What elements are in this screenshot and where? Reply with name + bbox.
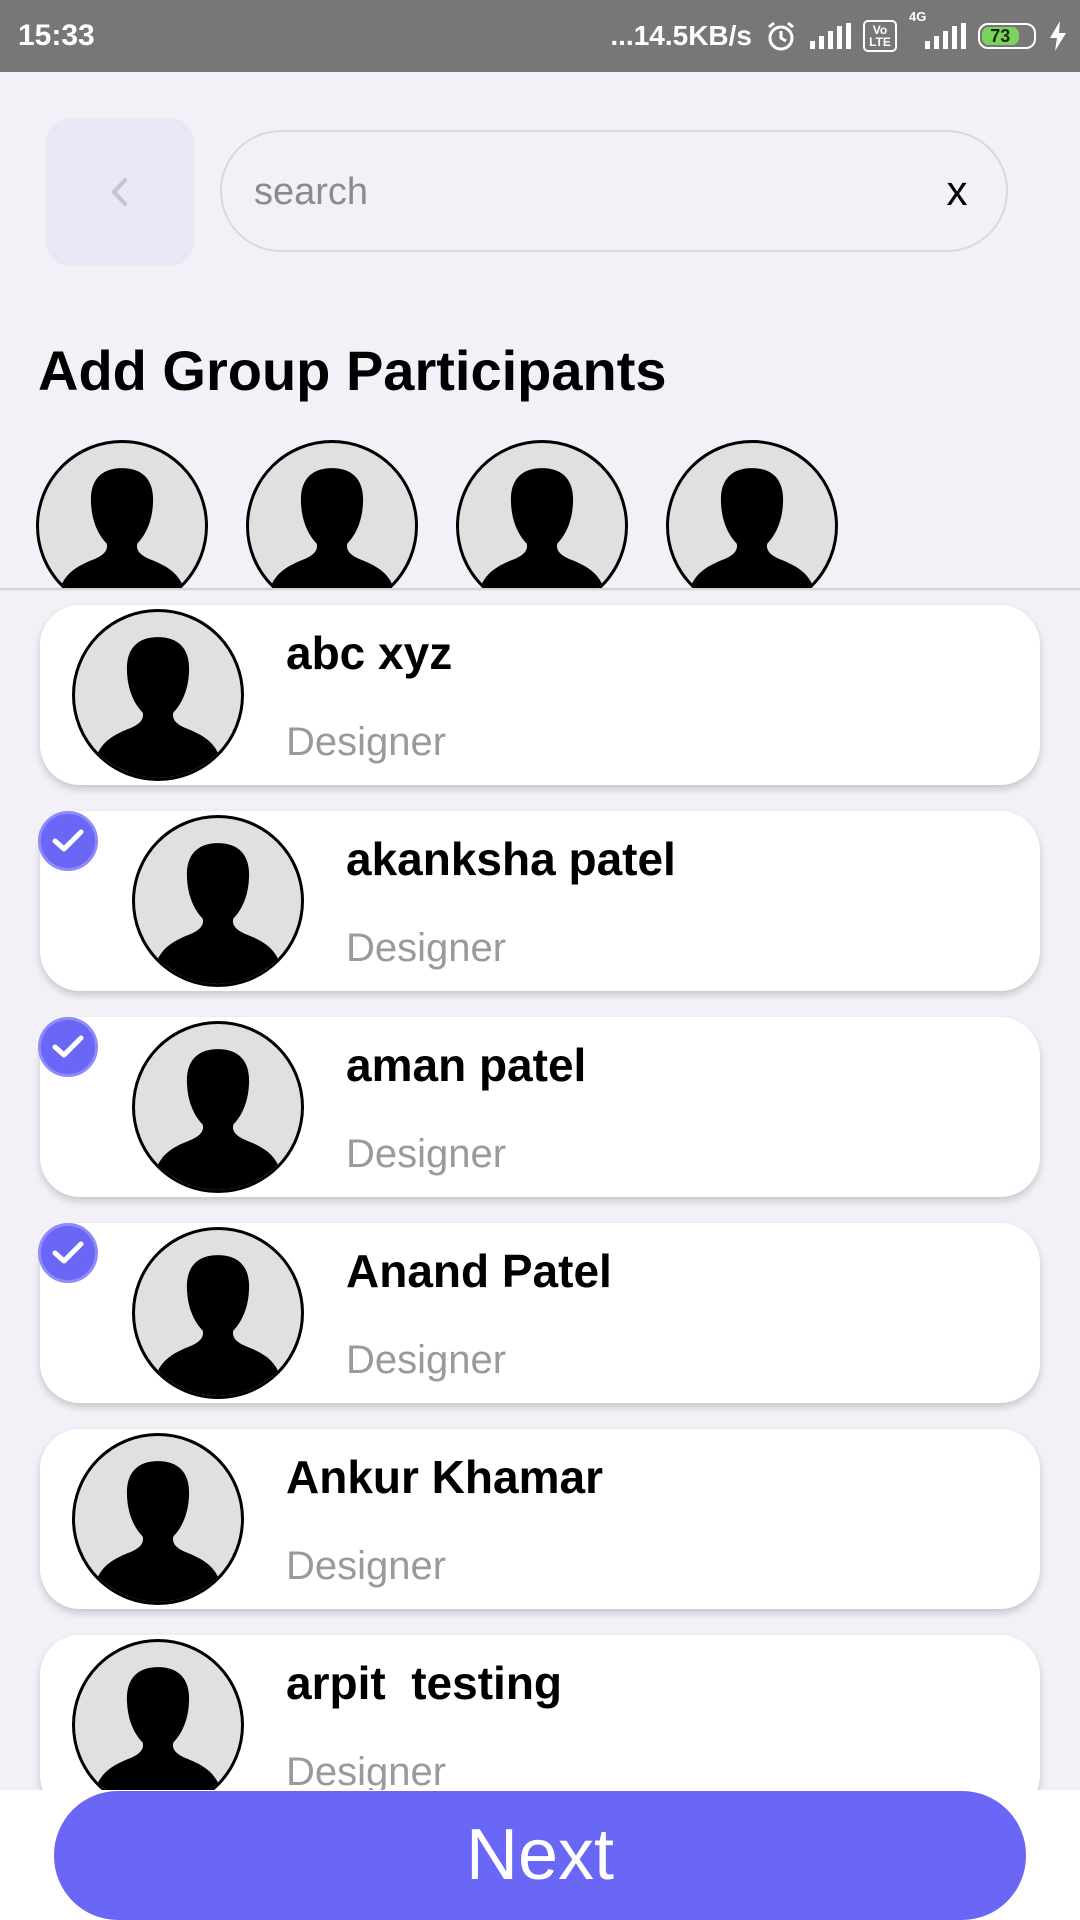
- person-silhouette-icon: [60, 468, 184, 588]
- selected-check-icon[interactable]: [38, 1017, 98, 1077]
- selected-check-icon[interactable]: [38, 811, 98, 871]
- search-bar: x: [220, 130, 1008, 252]
- participant-role: Designer: [346, 1338, 507, 1382]
- participant-role: Designer: [286, 1544, 447, 1588]
- selected-avatar[interactable]: [36, 440, 208, 588]
- status-bar: 15:33 ...14.5KB/s Vo LTE 4G 73: [0, 0, 1080, 72]
- participant-name: Anand Patel: [346, 1245, 612, 1297]
- selected-check-icon[interactable]: [38, 1223, 98, 1283]
- status-time: 15:33: [18, 19, 95, 52]
- participant-role: Designer: [286, 1750, 447, 1791]
- avatar: [36, 440, 208, 588]
- participant-card[interactable]: Anand Patel Designer: [40, 1223, 1040, 1403]
- status-icons: ...14.5KB/s Vo LTE 4G 73: [610, 0, 1068, 72]
- participant-card[interactable]: arpit testing Designer: [40, 1635, 1040, 1791]
- selected-participants: [0, 440, 1080, 588]
- signal-icon: [810, 23, 851, 49]
- page-title: Add Group Participants: [38, 339, 667, 402]
- network-type: 4G: [909, 9, 927, 24]
- back-button[interactable]: [46, 118, 194, 266]
- avatar: [132, 1227, 304, 1399]
- battery-icon: 73: [978, 23, 1036, 49]
- person-silhouette-icon: [480, 468, 604, 588]
- participant-list[interactable]: abc xyz Designer akanksha patel Designer…: [0, 591, 1080, 1791]
- avatar: [246, 440, 418, 588]
- avatar: [132, 1021, 304, 1193]
- person-silhouette-icon: [270, 468, 394, 588]
- avatar: [456, 440, 628, 588]
- participant-role: Designer: [346, 1132, 507, 1176]
- participant-name: Ankur Khamar: [286, 1451, 603, 1503]
- person-silhouette-icon: [94, 1461, 222, 1602]
- person-silhouette-icon: [154, 1255, 282, 1396]
- charging-icon: [1050, 21, 1066, 51]
- selected-avatar[interactable]: [666, 440, 838, 588]
- participant-role: Designer: [286, 720, 447, 764]
- person-silhouette-icon: [94, 637, 222, 778]
- participant-card[interactable]: aman patel Designer: [40, 1017, 1040, 1197]
- volte-icon: Vo LTE: [863, 20, 897, 52]
- avatar: [666, 440, 838, 588]
- avatar: [72, 1433, 244, 1605]
- participant-role: Designer: [346, 926, 507, 970]
- selected-avatar[interactable]: [456, 440, 628, 588]
- participant-card[interactable]: akanksha patel Designer: [40, 811, 1040, 991]
- participant-name: arpit testing: [286, 1657, 563, 1709]
- avatar: [72, 609, 244, 781]
- clear-search-button[interactable]: x: [932, 132, 982, 250]
- signal-4g-icon: 4G: [909, 9, 966, 49]
- participant-name: aman patel: [346, 1039, 587, 1091]
- chevron-left-icon: [112, 178, 127, 206]
- search-input[interactable]: [252, 132, 896, 252]
- person-silhouette-icon: [154, 1049, 282, 1190]
- next-button[interactable]: Next: [54, 1791, 1026, 1920]
- network-speed: ...14.5KB/s: [610, 20, 752, 51]
- participant-card[interactable]: Ankur Khamar Designer: [40, 1429, 1040, 1609]
- avatar: [72, 1639, 244, 1791]
- battery-level: 73: [982, 26, 1019, 46]
- person-silhouette-icon: [154, 843, 282, 984]
- selected-avatar[interactable]: [246, 440, 418, 588]
- person-silhouette-icon: [95, 1667, 221, 1791]
- participant-card[interactable]: abc xyz Designer: [40, 605, 1040, 785]
- participant-name: akanksha patel: [346, 833, 676, 885]
- person-silhouette-icon: [690, 468, 814, 588]
- alarm-icon: [768, 21, 794, 51]
- participant-name: abc xyz: [286, 627, 453, 679]
- avatar: [132, 815, 304, 987]
